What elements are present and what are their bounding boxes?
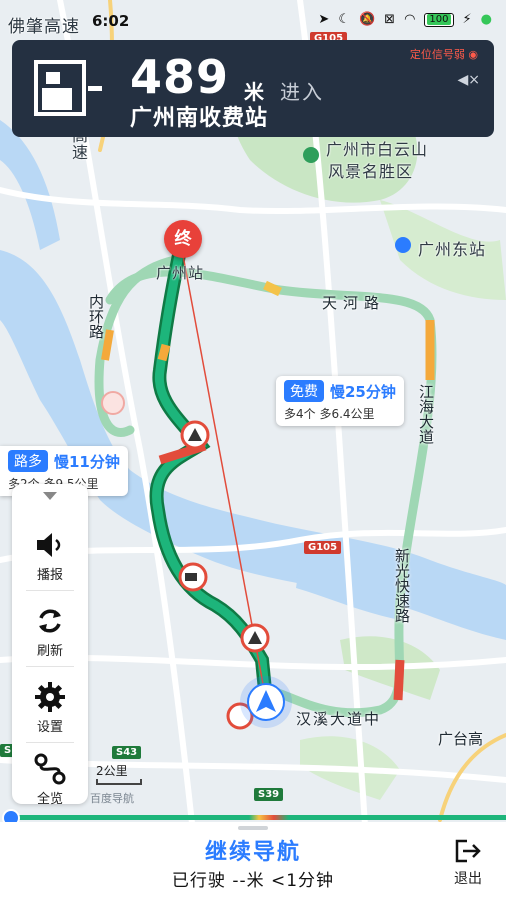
- route-tag: 路多: [8, 450, 48, 472]
- status-time: 6:02: [92, 12, 130, 30]
- road-label-xinguang: 新光快速路: [393, 548, 411, 623]
- route-tag: 免费: [284, 380, 324, 402]
- toolbar-broadcast-button[interactable]: 播报: [12, 528, 88, 598]
- collapse-arrow-icon[interactable]: [43, 492, 57, 500]
- gps-weak-label: 定位信号弱 ◉: [409, 48, 478, 61]
- road-label-guangtai: 广台高: [438, 730, 484, 748]
- exit-label: 退出: [454, 871, 482, 887]
- divider: [26, 742, 74, 743]
- scale-label: 2公里: [96, 764, 128, 778]
- map-label-baiyun: 广州市白云山: [326, 140, 429, 159]
- location-icon: ➤: [318, 12, 330, 27]
- do-not-disturb-icon: ☾: [338, 12, 350, 27]
- bottom-panel: 继续导航 已行驶 --米 <1分钟 退出: [0, 822, 506, 900]
- no-sim-icon: ⊠: [384, 12, 396, 27]
- toolbar-label: 设置: [36, 720, 63, 735]
- charging-icon: ⚡: [462, 12, 472, 27]
- speaker-icon: [37, 533, 61, 557]
- wifi-icon: ◠: [404, 12, 416, 27]
- battery-icon: 100: [424, 12, 454, 27]
- divider: [26, 590, 74, 591]
- divider: [26, 666, 74, 667]
- map-label-baiyun-2: 风景名胜区: [328, 162, 414, 181]
- speed-camera-marker-icon: [178, 562, 208, 592]
- toolbar-overview-button[interactable]: 全览: [12, 752, 88, 822]
- construction-marker-icon: [101, 391, 125, 415]
- gps-signal-icon: ◉: [468, 48, 478, 61]
- status-icons: ➤ ☾ 🔕 ⊠ ◠ 100 ⚡ ●: [318, 12, 492, 27]
- toolbar-label: 播报: [36, 568, 63, 583]
- road-label-tianhe: 天河路: [322, 294, 386, 312]
- construction-marker-icon: [180, 420, 210, 450]
- construction-marker-icon: [240, 623, 270, 653]
- exit-button[interactable]: 退出: [448, 838, 488, 888]
- road-label-jianghai: 江海大道: [417, 384, 435, 444]
- gear-icon: [35, 682, 65, 712]
- mute-icon: 🔕: [358, 12, 376, 27]
- map-watermark: 百度导航: [90, 792, 134, 805]
- highway-shield: S43: [112, 746, 142, 759]
- sound-mute-icon[interactable]: ◀×: [458, 72, 481, 88]
- guidance-action: 进入: [280, 80, 324, 104]
- road-label-hanxi: 汉溪大道中: [296, 710, 382, 728]
- left-toolbar: 播报 刷新 设置 全览: [12, 484, 88, 807]
- guidance-distance: 489: [130, 50, 230, 104]
- guidance-place: 广州南收费站: [130, 106, 269, 131]
- refresh-icon: [39, 609, 61, 633]
- toolbar-settings-button[interactable]: 设置: [12, 680, 88, 750]
- status-bar: 6:02 ➤ ☾ 🔕 ⊠ ◠ 100 ⚡ ●: [0, 0, 506, 40]
- toolbar-refresh-button[interactable]: 刷新: [12, 604, 88, 674]
- scale-bar: [96, 779, 142, 785]
- map-label-east-station[interactable]: 广州东站: [418, 236, 486, 260]
- toolbar-label: 刷新: [36, 644, 63, 659]
- toll-station-icon: [34, 60, 102, 116]
- route-time: 慢25分钟: [330, 382, 396, 401]
- route-overview-icon: [34, 753, 66, 785]
- route-detail: 多4个 多6.4公里: [284, 407, 375, 421]
- map-label-guangzhou-station[interactable]: 广州站: [156, 262, 204, 283]
- alt-route-bubble-right[interactable]: 免费 慢25分钟 多4个 多6.4公里: [276, 376, 404, 426]
- exit-icon: [455, 839, 481, 863]
- notification-dot-icon: ●: [480, 12, 492, 27]
- map-scale: 2公里: [96, 762, 142, 785]
- highway-shield: G105: [304, 541, 342, 554]
- toolbar-label: 全览: [36, 792, 63, 807]
- continue-navigation-button[interactable]: 继续导航: [0, 834, 506, 866]
- route-time: 慢11分钟: [54, 452, 120, 471]
- highway-shield: S39: [254, 788, 284, 801]
- guidance-card[interactable]: 489 米 进入 广州南收费站 定位信号弱 ◉ ◀×: [12, 40, 494, 137]
- traveled-info: 已行驶 --米 <1分钟: [171, 871, 335, 891]
- route-progress-bar: [12, 815, 506, 820]
- road-label-inner-ring: 内环路: [87, 294, 105, 339]
- destination-pin[interactable]: 终: [164, 220, 202, 258]
- drag-handle[interactable]: [238, 826, 268, 830]
